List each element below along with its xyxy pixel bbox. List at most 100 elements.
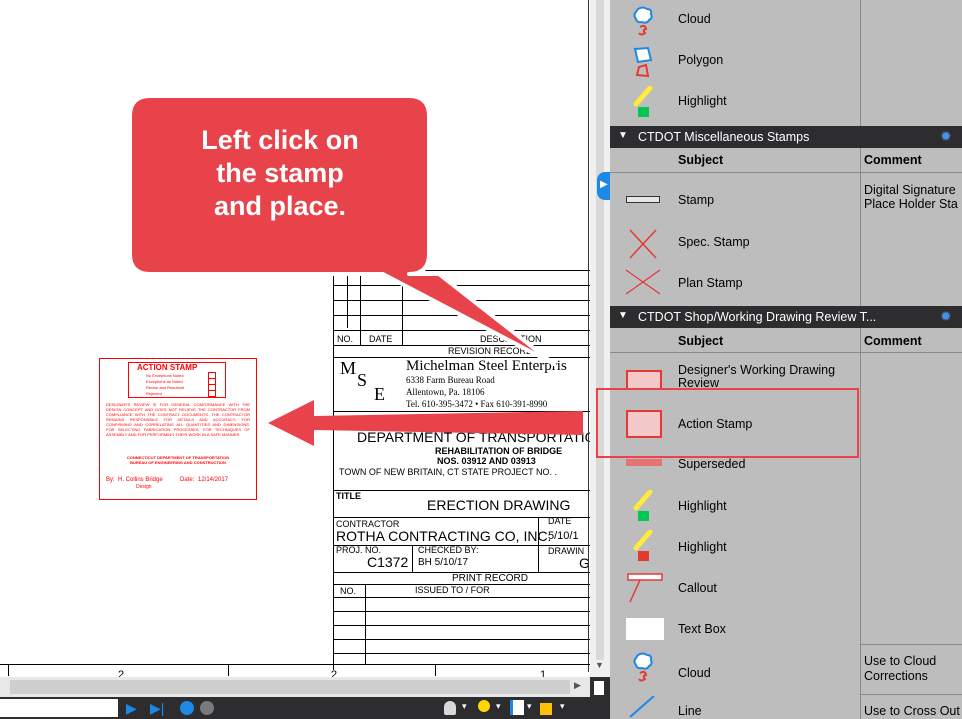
vertical-scrollbar[interactable]: ▼: [590, 0, 610, 697]
gear-icon[interactable]: ✹: [940, 128, 952, 145]
lock-icon[interactable]: [540, 703, 552, 715]
callout-icon: [627, 573, 663, 603]
document-icon[interactable]: [594, 681, 604, 695]
scrollbar-thumb[interactable]: [10, 680, 570, 694]
tool-label: Stamp: [678, 193, 715, 207]
tool-chest-panel: Cloud Polygon Highlight ▼ CTDOT Miscella…: [610, 0, 962, 719]
user-icon[interactable]: [444, 701, 456, 715]
stamp-option: Revise and Resubmit: [146, 385, 185, 390]
callout-text: Left click on the stamp and place.: [201, 125, 359, 221]
chevron-down-icon[interactable]: ▾: [496, 701, 501, 712]
tool-label: Highlight: [678, 499, 727, 513]
tool-comment: Use to Cross Out: [864, 704, 960, 718]
tool-label: Line: [678, 704, 702, 718]
tool-row-highlight-red[interactable]: Highlight: [610, 528, 962, 568]
comment-header[interactable]: Comment: [864, 153, 922, 167]
address-1: 6338 Farm Bureau Road: [406, 375, 495, 385]
checked-label: CHECKED BY:: [418, 545, 479, 555]
tool-label: Superseded: [678, 457, 746, 471]
contractor-value: ROTHA CONTRACTING CO, INC.: [336, 528, 552, 544]
comment-header[interactable]: Comment: [864, 334, 922, 348]
red-arrow: [268, 400, 583, 446]
horizontal-scrollbar[interactable]: ▶: [0, 677, 590, 697]
stamp-by-label: By:: [106, 477, 115, 483]
action-stamp-preview[interactable]: ACTION STAMP No Exceptions Noted Excepti…: [99, 358, 257, 500]
ruler-line: [0, 664, 590, 665]
chevron-down-icon: ▼: [618, 130, 628, 141]
tool-row-spec-stamp[interactable]: Spec. Stamp: [610, 224, 962, 262]
tool-row-cloud-corrections[interactable]: Cloud Use to Cloud Corrections: [610, 648, 962, 696]
chevron-down-icon[interactable]: ▾: [462, 701, 467, 712]
tool-row-cloud[interactable]: Cloud: [610, 0, 962, 42]
document-view[interactable]: NO. DATE DESCRIPTION REVISION RECORD M S…: [0, 0, 590, 719]
tool-label: Callout: [678, 581, 717, 595]
title-value: ERECTION DRAWING: [427, 497, 571, 513]
previous-view-icon[interactable]: [180, 701, 194, 715]
line-icon: [629, 696, 655, 718]
tool-label: Spec. Stamp: [678, 235, 750, 249]
next-view-icon[interactable]: [200, 701, 214, 715]
page-number-input[interactable]: [0, 699, 118, 717]
highlight-red-icon: [633, 530, 653, 561]
stamp-dept: CONNECTICUT DEPARTMENT OF TRANSPORTATION…: [126, 455, 230, 465]
tool-label: Designer's Working Drawing Review: [678, 363, 836, 390]
lightbulb-icon[interactable]: [478, 700, 490, 712]
tool-row-line[interactable]: Line Use to Cross Out: [610, 696, 962, 719]
section-title: CTDOT Shop/Working Drawing Review T...: [638, 310, 877, 324]
tool-row-highlight[interactable]: Highlight: [610, 82, 962, 122]
bottom-toolbar: ▶ ▶| ▾ ▾ ▾ ▾: [0, 697, 590, 719]
stamp-icon: [626, 196, 660, 203]
text-box-icon: [626, 618, 664, 640]
stamp-design: Design: [136, 484, 152, 490]
polygon-icon: [633, 46, 653, 78]
stamp-option: Exceptions as Noted: [146, 379, 183, 384]
chevron-down-icon: ▼: [618, 310, 628, 321]
vertical-scrollbar-thumb[interactable]: [596, 0, 604, 660]
tool-label: Cloud: [678, 666, 711, 680]
tool-row-plan-stamp[interactable]: Plan Stamp: [610, 262, 962, 302]
proj-value: C1372: [367, 554, 409, 570]
tool-comment: Digital Signature Place Holder Sta: [864, 183, 958, 211]
chevron-right-icon: ▶: [600, 179, 608, 190]
toolbar-corner: [590, 677, 610, 719]
print-no: NO.: [340, 586, 357, 596]
subject-header[interactable]: Subject: [678, 153, 723, 167]
tool-row-text-box[interactable]: Text Box: [610, 610, 962, 648]
checked-value: BH 5/10/17: [418, 557, 469, 568]
spec-stamp-icon: [629, 229, 657, 259]
tool-row-callout[interactable]: Callout: [610, 568, 962, 610]
tool-label: Cloud: [678, 12, 711, 26]
stamp-date-label: Date:: [180, 477, 195, 483]
last-page-icon[interactable]: ▶|: [150, 700, 164, 717]
tool-row-polygon[interactable]: Polygon: [610, 42, 962, 82]
stamp-by-value: H. Collins Bridge: [118, 477, 163, 483]
tool-label: Highlight: [678, 94, 727, 108]
superseded-stamp-icon: [626, 459, 662, 466]
gear-icon[interactable]: ✹: [940, 308, 952, 325]
section-header-misc-stamps[interactable]: ▼ CTDOT Miscellaneous Stamps ✹: [610, 126, 962, 148]
tool-label: Plan Stamp: [678, 276, 743, 290]
date-value: 5/10/1: [548, 530, 579, 542]
cloud-icon: [633, 6, 653, 36]
issued-to: ISSUED TO / FOR: [415, 585, 490, 595]
next-page-icon[interactable]: ▶: [126, 700, 137, 717]
tool-row-stamp[interactable]: Stamp Digital Signature Place Holder Sta: [610, 172, 962, 224]
subject-header[interactable]: Subject: [678, 334, 723, 348]
highlight-green-icon: [633, 86, 653, 117]
document-icon[interactable]: [510, 700, 524, 715]
scroll-right-icon[interactable]: ▶: [574, 680, 581, 691]
scroll-down-icon[interactable]: ▼: [595, 660, 604, 670]
chevron-down-icon[interactable]: ▾: [560, 701, 565, 712]
section-header-shop-drawing[interactable]: ▼ CTDOT Shop/Working Drawing Review T...…: [610, 306, 962, 328]
designer-review-stamp-icon: [626, 370, 662, 390]
chevron-down-icon[interactable]: ▾: [527, 701, 532, 712]
section-title: CTDOT Miscellaneous Stamps: [638, 130, 810, 144]
tool-label: Highlight: [678, 540, 727, 554]
town-text: TOWN OF NEW BRITAIN, CT STATE PROJECT NO…: [339, 467, 558, 477]
page-edge: [588, 0, 589, 672]
bridge-nos: NOS. 03912 AND 03913: [437, 456, 536, 466]
tool-row-highlight-green[interactable]: Highlight: [610, 484, 962, 528]
title-label: TITLE: [336, 491, 361, 501]
date-label: DATE: [548, 516, 572, 526]
tool-label: Polygon: [678, 53, 724, 67]
